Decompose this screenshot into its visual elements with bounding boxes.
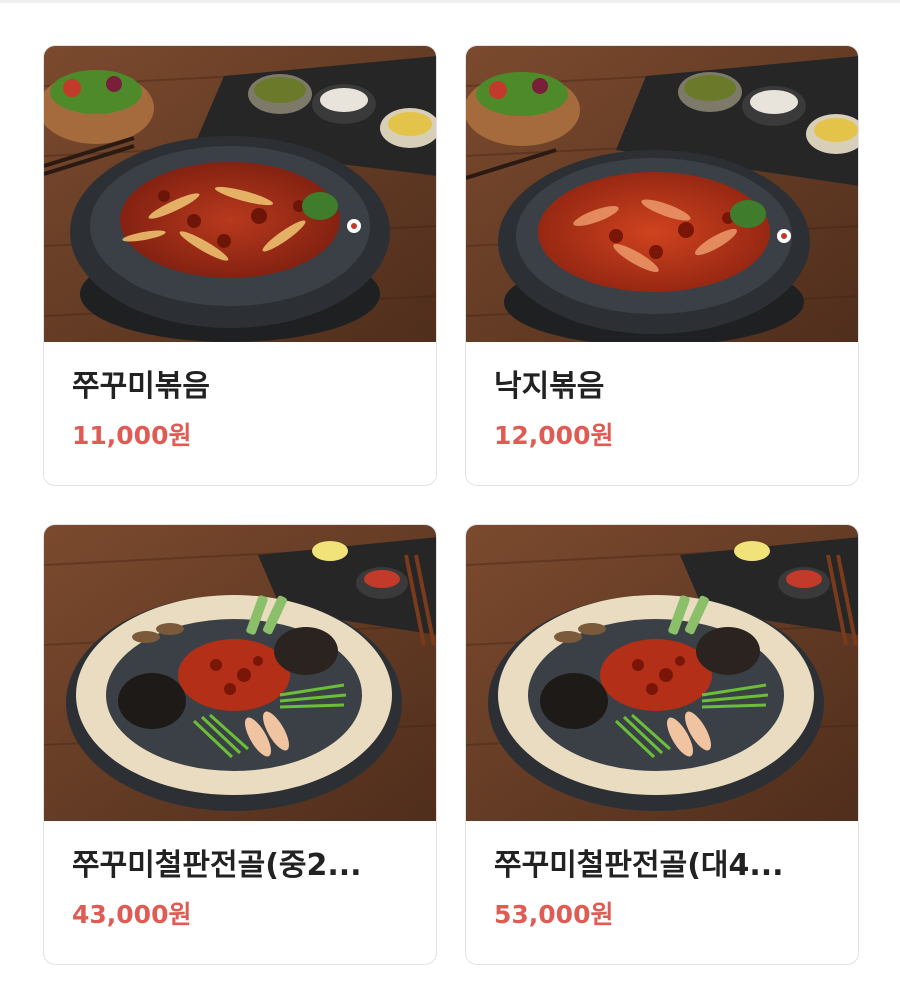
menu-card-2[interactable]: 낙지볶음 12,000원: [465, 45, 859, 486]
menu-info-2: 낙지볶음 12,000원: [466, 342, 858, 452]
menu-price: 11,000원: [72, 421, 192, 450]
food-photo-3: [44, 525, 436, 821]
food-photo-1: [44, 46, 436, 342]
menu-name: 쭈꾸미볶음: [72, 369, 210, 404]
menu-price: 12,000원: [494, 421, 614, 450]
food-photo-2: [466, 46, 858, 342]
menu-grid: 쭈꾸미볶음 11,000원 낙지볶음 12,000원 쭈꾸미철판전골(중2...…: [43, 45, 859, 965]
menu-info-1: 쭈꾸미볶음 11,000원: [44, 342, 436, 452]
menu-card-3[interactable]: 쭈꾸미철판전골(중2... 43,000원: [43, 524, 437, 965]
menu-info-3: 쭈꾸미철판전골(중2... 43,000원: [44, 821, 436, 931]
top-divider: [0, 0, 900, 3]
menu-price: 53,000원: [494, 900, 614, 929]
menu-card-1[interactable]: 쭈꾸미볶음 11,000원: [43, 45, 437, 486]
menu-name: 쭈꾸미철판전골(중2...: [72, 848, 362, 883]
menu-name: 쭈꾸미철판전골(대4...: [494, 848, 784, 883]
food-photo-4: [466, 525, 858, 821]
menu-name: 낙지볶음: [494, 369, 605, 404]
menu-card-4[interactable]: 쭈꾸미철판전골(대4... 53,000원: [465, 524, 859, 965]
menu-price: 43,000원: [72, 900, 192, 929]
menu-info-4: 쭈꾸미철판전골(대4... 53,000원: [466, 821, 858, 931]
